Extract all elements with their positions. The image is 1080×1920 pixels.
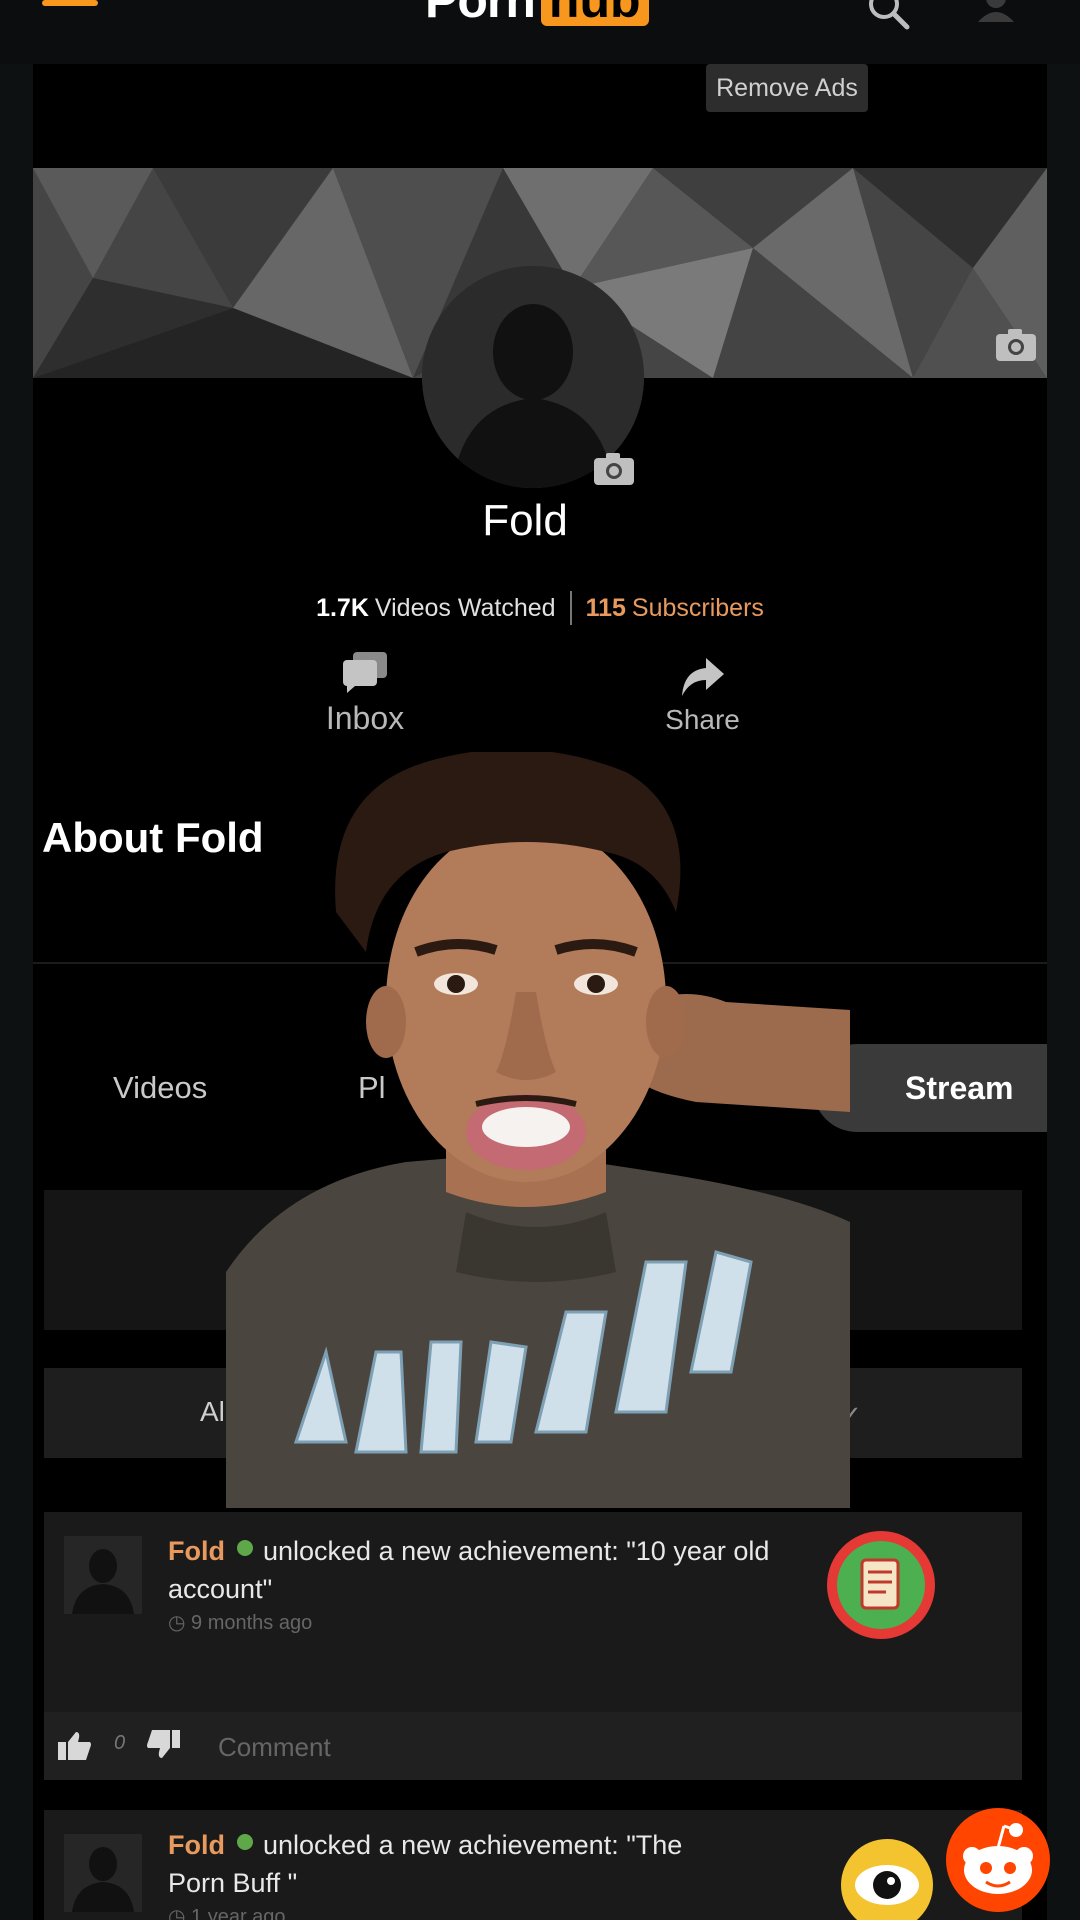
comment-link[interactable]: Comment <box>218 1732 331 1763</box>
camera-icon[interactable] <box>994 328 1038 362</box>
user-icon[interactable] <box>976 0 1016 22</box>
inbox-label: Inbox <box>325 700 405 736</box>
feed-text: Fold unlocked a new achievement: "10 year… <box>168 1532 788 1608</box>
share-icon <box>681 658 724 696</box>
thumbs-down-icon[interactable] <box>146 1730 180 1760</box>
reddit-logo-icon[interactable] <box>946 1808 1050 1912</box>
feed-text: Fold unlocked a new achievement: "The Por… <box>168 1826 688 1902</box>
feed-username[interactable]: Fold <box>168 1536 225 1566</box>
profile-stats: 1.7K Videos Watched 115 Subscribers <box>250 590 830 626</box>
feed-item: Fold unlocked a new achievement: "10 year… <box>44 1512 1022 1780</box>
top-header: Porn hub <box>0 0 1080 64</box>
logo-text-right: hub <box>540 0 649 26</box>
camera-icon[interactable] <box>592 452 636 486</box>
site-logo[interactable]: Porn hub <box>425 0 649 26</box>
search-icon[interactable] <box>866 0 910 30</box>
online-status-dot <box>236 1834 253 1850</box>
screen: Porn hub Remove Ads Fold 1.7K Videos Wat… <box>0 0 1080 1920</box>
subscribers-count: 115 <box>585 593 626 622</box>
feed-username[interactable]: Fold <box>168 1830 225 1860</box>
videos-watched-count: 1.7K <box>316 593 369 622</box>
share-button[interactable]: Share <box>640 656 765 736</box>
like-count: 0 <box>114 1732 126 1754</box>
share-label: Share <box>665 704 740 735</box>
feed-message: unlocked a new achievement: "10 year old… <box>168 1536 770 1604</box>
menu-icon[interactable] <box>42 0 98 14</box>
avatar[interactable] <box>64 1536 142 1614</box>
timestamp: ◷ 9 months ago <box>168 1612 313 1634</box>
thumbs-up-icon[interactable] <box>58 1730 92 1760</box>
feed-actions: 0 Comment <box>44 1712 1022 1780</box>
subscribers-stat[interactable]: 115 Subscribers <box>586 594 764 623</box>
tab-videos[interactable]: Videos <box>113 1070 207 1106</box>
chat-icon <box>343 652 387 693</box>
subscribers-label: Subscribers <box>631 593 764 622</box>
scroll-badge-icon <box>827 1531 935 1639</box>
feed-item: Fold unlocked a new achievement: "The Por… <box>44 1810 1022 1920</box>
stats-divider <box>569 591 572 625</box>
online-status-dot <box>236 1540 253 1556</box>
logo-text-left: Porn <box>425 0 536 28</box>
timestamp: ◷ 1 year ago <box>168 1904 286 1920</box>
feed-filter-label: Al <box>200 1396 225 1427</box>
overlay-person-image <box>226 752 850 1508</box>
profile-name: Fold <box>482 496 568 545</box>
clock-icon: ◷ <box>168 1612 192 1634</box>
videos-watched-label: Videos Watched <box>374 593 556 622</box>
remove-ads-button[interactable]: Remove Ads <box>706 64 868 112</box>
inbox-button[interactable]: Inbox <box>300 650 430 737</box>
eye-badge-icon <box>833 1831 941 1920</box>
clock-icon: ◷ <box>168 1906 192 1920</box>
avatar[interactable] <box>64 1834 142 1912</box>
